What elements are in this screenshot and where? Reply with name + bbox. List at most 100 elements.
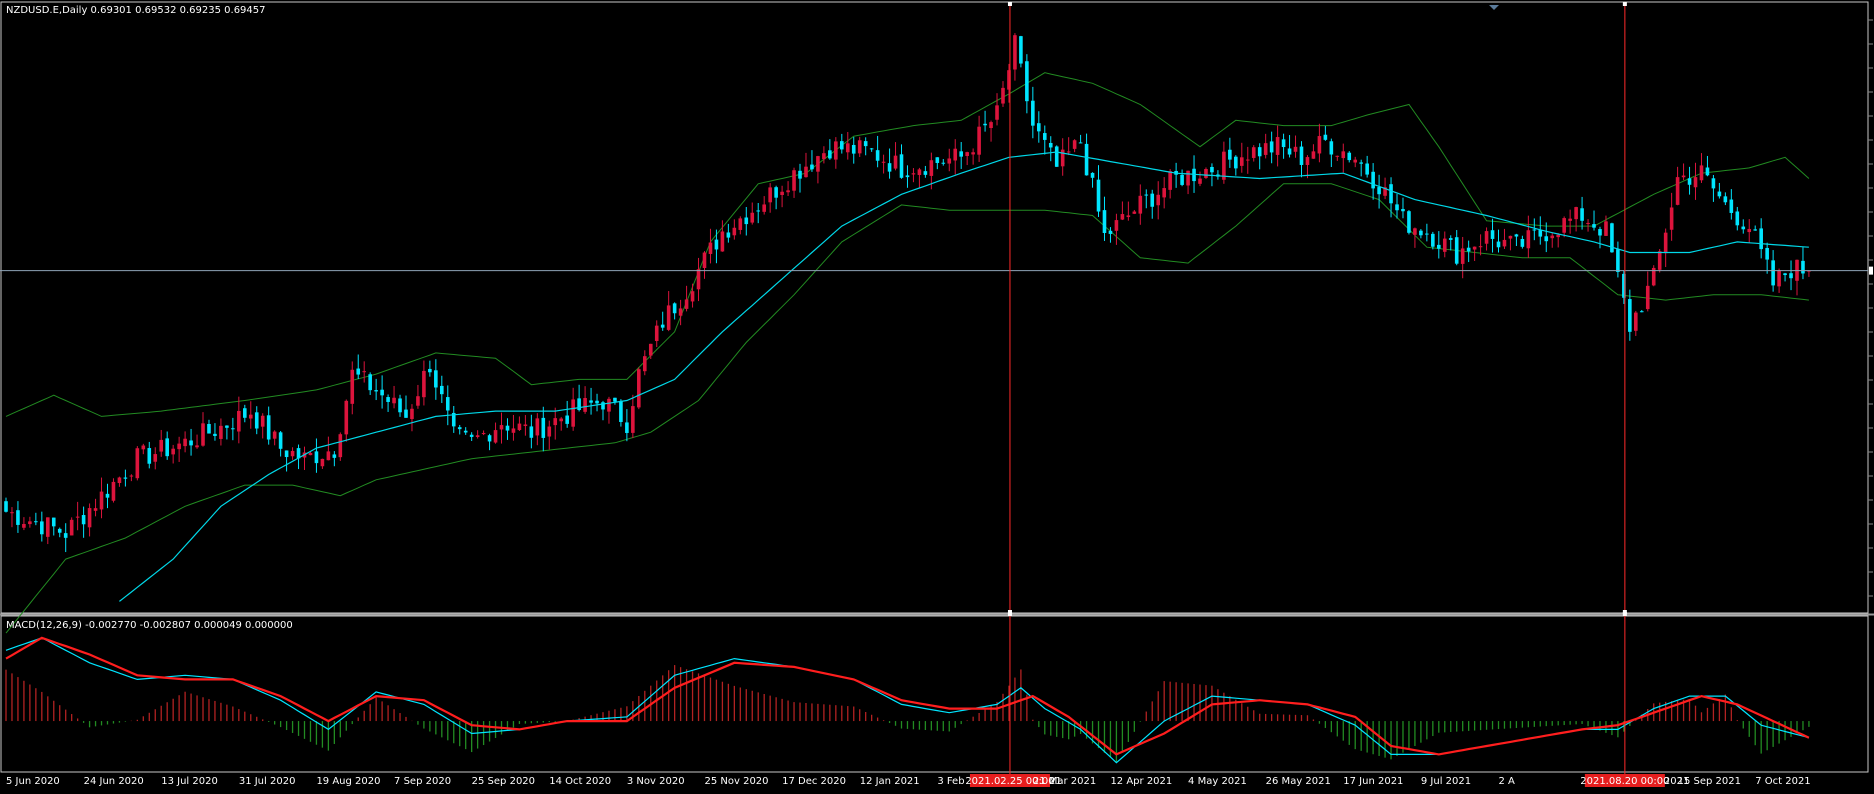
candle-body [1442, 238, 1447, 252]
candle-body [374, 390, 378, 392]
candle-body [1783, 273, 1787, 276]
candle-body [243, 408, 247, 418]
candle-body [1353, 159, 1358, 163]
candle-body [141, 445, 146, 450]
x-tick-label: 7 Oct 2021 [1755, 776, 1810, 787]
candle-body [1251, 147, 1256, 158]
candle-body [1025, 61, 1029, 102]
candle-body [1090, 172, 1095, 178]
candle-body [1013, 35, 1017, 70]
candle-body [1228, 149, 1232, 160]
candle-body [642, 356, 647, 372]
marker-handle-top [1622, 2, 1627, 6]
candle-body [941, 162, 946, 164]
candle-body [911, 173, 916, 175]
candle-body [10, 512, 14, 514]
candle-body [840, 141, 844, 150]
x-tick-label: 26 May 2021 [1266, 776, 1331, 787]
candle-body [1359, 162, 1363, 164]
candle-body [344, 400, 349, 435]
candle-body [666, 305, 671, 330]
x-tick-label: 3 Feb [937, 776, 964, 787]
candle-body [1168, 171, 1172, 190]
candle-body [1054, 146, 1059, 167]
candle-body [786, 190, 790, 193]
candle-body [1138, 195, 1143, 214]
candle-body [356, 368, 361, 375]
candle-body [517, 423, 522, 431]
candle-body [1448, 238, 1453, 240]
candle-body [863, 141, 868, 147]
candle-body [1198, 178, 1202, 184]
candle-body [696, 269, 701, 290]
candle-body [386, 397, 390, 402]
candle-body [929, 160, 934, 176]
marker-date-label: 2021.08.20 00:00 [1580, 776, 1669, 787]
candle-body [177, 443, 181, 450]
candle-body [392, 397, 396, 404]
chart-canvas[interactable]: 2021.02.25 00:00 2021.08.20 00:005 Jun 20… [0, 0, 1874, 794]
candle-body [1789, 273, 1793, 279]
candle-body [1592, 224, 1596, 228]
candle-body [875, 150, 880, 161]
candle-body [416, 396, 420, 406]
candle-body [1019, 36, 1023, 64]
macd-header: MACD(12,26,9) -0.002770 -0.002807 0.0000… [6, 620, 293, 631]
candle-body [1460, 248, 1465, 264]
candle-body [1496, 241, 1501, 248]
candle-body [637, 369, 641, 408]
candle-body [1413, 228, 1417, 235]
candle-body [93, 508, 98, 511]
candle-body [547, 426, 552, 437]
candle-body [129, 475, 134, 477]
candle-body [1717, 191, 1722, 197]
candle-body [1114, 220, 1119, 231]
candle-body [977, 126, 981, 155]
candle-body [320, 458, 325, 467]
candle-body [953, 148, 958, 161]
candle-body [529, 426, 534, 438]
candle-body [1347, 152, 1352, 161]
candle-body [1687, 178, 1692, 185]
x-tick-label: 4 May 2021 [1188, 776, 1247, 787]
candle-body [523, 424, 528, 426]
candle-body [1490, 230, 1495, 239]
candle-body [1072, 140, 1077, 149]
x-tick-label: 12 Jan 2021 [860, 776, 920, 787]
candle-body [1431, 233, 1435, 247]
candle-body [708, 242, 713, 254]
candle-body [1126, 215, 1131, 218]
candle-body [368, 374, 372, 391]
candle-body [822, 153, 826, 160]
current-price-marker [1869, 266, 1873, 275]
candle-body [1365, 163, 1369, 175]
candle-body [559, 418, 564, 422]
candle-body [756, 210, 761, 212]
candle-body [75, 516, 80, 518]
candle-body [428, 368, 432, 373]
candle-body [1616, 249, 1620, 273]
x-tick-label: 21 Mar 2021 [1033, 776, 1096, 787]
candle-body [720, 231, 725, 252]
candle-body [1335, 155, 1340, 157]
candle-body [1037, 123, 1041, 132]
candle-body [362, 371, 366, 373]
candle-body [481, 433, 486, 435]
candle-body [607, 398, 611, 412]
candle-body [398, 398, 402, 413]
candle-body [553, 418, 558, 426]
candle-body [595, 400, 599, 404]
candle-body [1520, 238, 1525, 247]
candle-body [1753, 229, 1758, 231]
candle-body [589, 400, 593, 403]
candle-body [1765, 247, 1769, 260]
candle-body [314, 451, 319, 464]
candle-body [1084, 143, 1089, 176]
candle-body [1729, 199, 1734, 213]
candle-body [1371, 171, 1375, 189]
candle-body [1419, 230, 1423, 236]
candle-body [195, 445, 199, 448]
candle-body [1532, 229, 1537, 231]
candle-body [1102, 210, 1107, 234]
candle-body [1544, 236, 1549, 242]
